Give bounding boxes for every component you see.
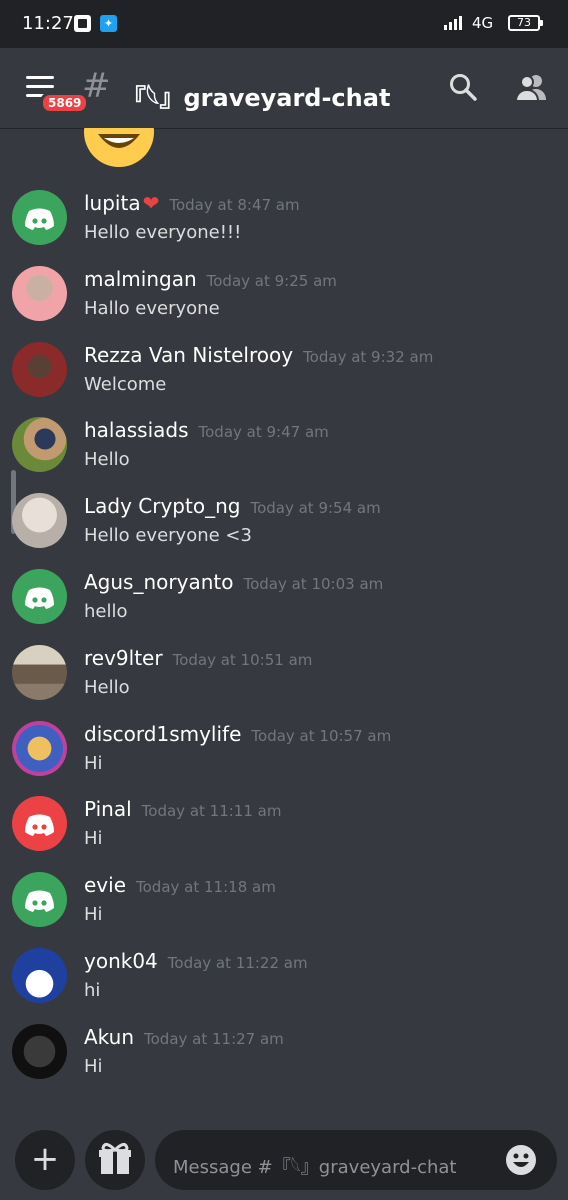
heart-eyes-emoji <box>84 128 154 168</box>
message-author[interactable]: rev9lter Today at 10:51 am <box>84 646 312 670</box>
avatar[interactable] <box>12 493 67 549</box>
avatar[interactable] <box>12 569 67 624</box>
message-author[interactable]: Pinal Today at 11:11 am <box>84 797 281 821</box>
message-timestamp: Today at 11:27 am <box>144 1029 284 1048</box>
message-text: Hello everyone <3 <box>84 525 252 547</box>
avatar[interactable] <box>12 796 67 852</box>
message-item[interactable]: rev9lter Today at 10:51 am Hello <box>0 644 568 721</box>
gift-icon <box>99 1143 131 1174</box>
message-text: Hi <box>84 752 103 774</box>
author-name[interactable]: discord1smylife <box>84 722 241 746</box>
message-text: Hallo everyone <box>84 297 220 319</box>
author-name[interactable]: Rezza Van Nistelrooy <box>84 343 293 367</box>
message-timestamp: Today at 9:47 am <box>198 423 329 442</box>
author-name[interactable]: yonk04 <box>84 949 158 973</box>
avatar[interactable] <box>12 341 67 397</box>
message-timestamp: Today at 10:51 am <box>172 650 313 669</box>
message-text: Hi <box>84 904 103 926</box>
message-list[interactable]: lupita ❤ Today at 8:47 am Hello everyone!!!… <box>0 128 568 1100</box>
message-timestamp: Today at 10:03 am <box>243 575 384 593</box>
message-item[interactable]: discord1smylife Today at 10:57 am Hi <box>0 720 568 797</box>
message-timestamp: Today at 9:54 am <box>250 499 381 518</box>
message-author[interactable]: yonk04 Today at 11:22 am <box>84 949 308 973</box>
channel-title[interactable]: 『𓆩』graveyard-chat <box>122 74 390 114</box>
avatar[interactable] <box>12 720 67 776</box>
message-item[interactable]: Agus_noryanto Today at 10:03 am hello <box>0 569 568 645</box>
emoji-icon[interactable] <box>505 1144 537 1176</box>
message-item[interactable]: yonk04 Today at 11:22 am hi <box>0 948 568 1024</box>
author-name[interactable]: evie <box>84 873 126 897</box>
channel-header: 5869 # 『𓆩』graveyard-chat <box>0 48 568 128</box>
author-name[interactable]: Pinal <box>84 797 132 821</box>
avatar[interactable] <box>12 417 67 473</box>
message-author[interactable]: malmingan Today at 9:25 am <box>84 267 337 291</box>
network-type: 4G <box>472 14 494 32</box>
message-author[interactable]: discord1smylife Today at 10:57 am <box>84 722 391 746</box>
message-placeholder: Message #『𓆩』graveyard-chat <box>173 1157 457 1178</box>
message-timestamp: Today at 8:47 am <box>169 196 300 214</box>
avatar[interactable] <box>12 190 67 245</box>
avatar[interactable] <box>12 872 67 928</box>
members-icon[interactable] <box>514 72 548 102</box>
author-name[interactable]: lupita <box>84 191 141 215</box>
message-timestamp: Today at 9:25 am <box>206 271 337 290</box>
status-time: 11:27 <box>22 13 74 34</box>
heart-icon: ❤ <box>142 191 160 215</box>
message-author[interactable]: Lady Crypto_ng Today at 9:54 am <box>84 494 381 518</box>
twitter-icon: ✦ <box>100 15 117 32</box>
message-author[interactable]: evie Today at 11:18 am <box>84 873 276 897</box>
message-text: Hello <box>84 449 130 471</box>
message-item[interactable]: Akun Today at 11:27 am Hi <box>0 1023 568 1100</box>
author-name[interactable]: Akun <box>84 1025 134 1049</box>
avatar[interactable] <box>12 948 67 1003</box>
message-item[interactable]: Lady Crypto_ng Today at 9:54 am Hello ever… <box>0 493 568 569</box>
gift-button[interactable] <box>85 1130 145 1190</box>
message-timestamp: Today at 11:11 am <box>141 802 282 821</box>
battery-icon: 73 <box>508 15 543 31</box>
signal-icon <box>444 16 466 30</box>
author-name[interactable]: halassiads <box>84 418 189 442</box>
author-name[interactable]: malmingan <box>84 267 197 291</box>
message-timestamp: Today at 9:32 am <box>303 347 434 366</box>
author-name[interactable]: Lady Crypto_ng <box>84 494 240 518</box>
message-item[interactable]: lupita ❤ Today at 8:47 am Hello everyone!!! <box>0 190 568 266</box>
message-timestamp: Today at 11:18 am <box>136 878 276 897</box>
message-author[interactable]: Akun Today at 11:27 am <box>84 1025 284 1049</box>
message-item[interactable]: malmingan Today at 9:25 am Hallo everyone <box>0 265 568 342</box>
message-author[interactable]: lupita ❤ Today at 8:47 am <box>84 191 300 215</box>
avatar[interactable] <box>12 1023 67 1079</box>
status-bar: 11:27 ✦ 4G 73 <box>0 0 568 48</box>
message-timestamp: Today at 10:57 am <box>251 726 392 745</box>
add-attachment-button[interactable]: + <box>15 1130 75 1190</box>
message-author[interactable]: Agus_noryanto Today at 10:03 am <box>84 570 383 594</box>
search-icon[interactable] <box>448 72 478 102</box>
message-text: Hello everyone!!! <box>84 222 242 243</box>
message-item[interactable]: Rezza Van Nistelrooy Today at 9:32 am Welc… <box>0 341 568 418</box>
message-item[interactable]: Pinal Today at 11:11 am Hi <box>0 796 568 872</box>
message-item[interactable]: evie Today at 11:18 am Hi <box>0 872 568 948</box>
message-timestamp: Today at 11:22 am <box>167 954 308 972</box>
message-text: Hi <box>84 828 103 850</box>
channel-hash-icon: # <box>82 66 111 106</box>
app-notification-icon <box>74 15 91 32</box>
plus-icon: + <box>30 1139 60 1179</box>
avatar[interactable] <box>12 265 67 321</box>
message-text: Hello <box>84 676 130 698</box>
avatar[interactable] <box>12 644 67 700</box>
message-author[interactable]: halassiads Today at 9:47 am <box>84 418 329 442</box>
message-text: Hi <box>84 1055 103 1077</box>
author-name[interactable]: Agus_noryanto <box>84 570 233 594</box>
message-text: Welcome <box>84 373 167 395</box>
message-text: hello <box>84 601 128 622</box>
composer-bar: + Message #『𓆩』graveyard-chat <box>0 1100 568 1200</box>
author-name[interactable]: rev9lter <box>84 646 163 670</box>
message-text: hi <box>84 980 101 1001</box>
message-item[interactable]: halassiads Today at 9:47 am Hello <box>0 417 568 493</box>
message-input[interactable]: Message #『𓆩』graveyard-chat <box>155 1130 557 1190</box>
message-author[interactable]: Rezza Van Nistelrooy Today at 9:32 am <box>84 343 433 367</box>
